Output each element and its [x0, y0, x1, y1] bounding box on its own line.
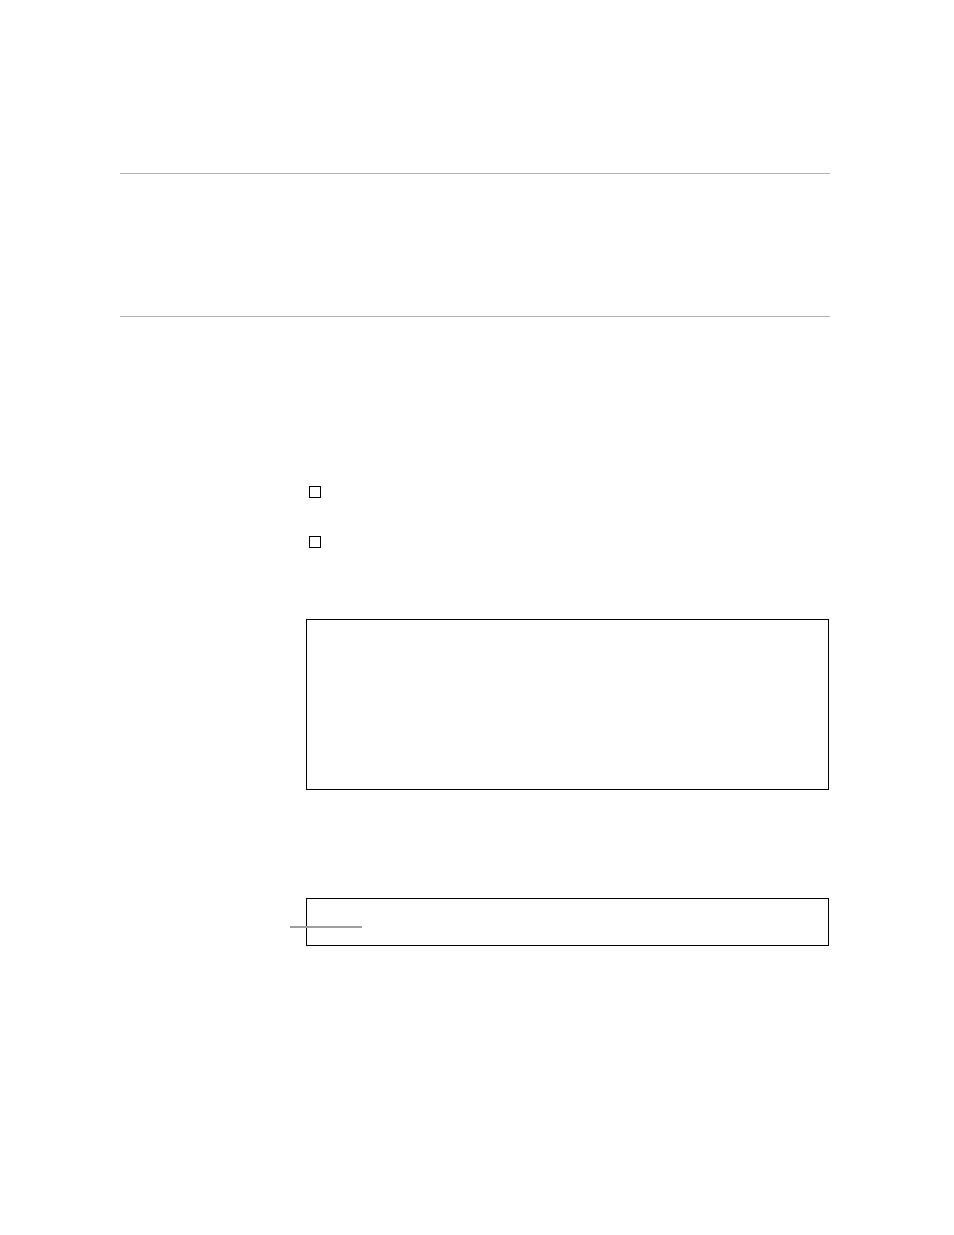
checkbox-1[interactable] — [309, 486, 321, 498]
gray-connector-line — [290, 926, 362, 928]
text-box-large[interactable] — [306, 619, 829, 790]
text-box-small[interactable] — [306, 898, 829, 946]
divider-bottom — [120, 316, 830, 317]
checkbox-2[interactable] — [309, 536, 321, 548]
divider-top — [120, 173, 830, 174]
